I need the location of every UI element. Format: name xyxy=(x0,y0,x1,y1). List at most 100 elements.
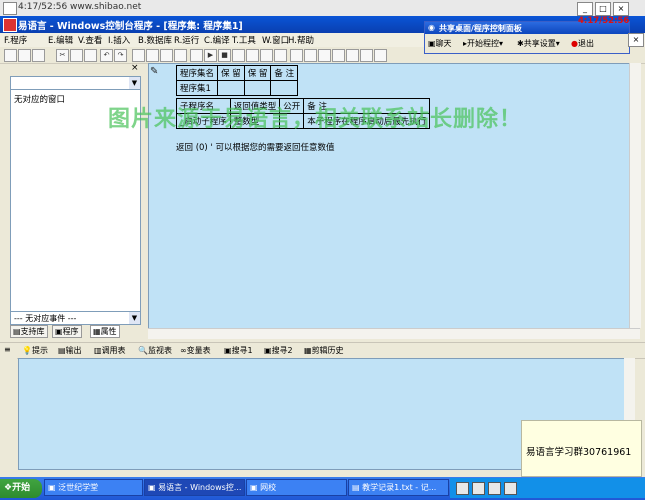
left-panel-tabs: ▤支持库 ▣程序 ▦属性 xyxy=(10,325,140,338)
output-gutter xyxy=(0,358,17,468)
menu-window[interactable]: W.窗口 xyxy=(262,34,289,46)
taskbar-item[interactable]: ▣ 网校 xyxy=(246,479,347,496)
open-file-icon[interactable] xyxy=(18,49,31,62)
redo-icon[interactable]: ↷ xyxy=(114,49,127,62)
clip-history-icon: ▦ xyxy=(304,346,312,355)
tab-search1[interactable]: ▣搜寻1 xyxy=(224,345,253,356)
bottom-panel-pin-icon[interactable]: ≡ xyxy=(4,345,11,354)
menu-insert[interactable]: I.插入 xyxy=(108,34,130,46)
menu-compile[interactable]: C.编译 xyxy=(204,34,230,46)
menu-program[interactable]: F.程序 xyxy=(4,34,27,46)
recorder-title: 4:17/52:56 www.shibao.net xyxy=(18,2,142,12)
table-cell[interactable]: 程序集1 xyxy=(175,80,219,96)
search2-icon: ▣ xyxy=(264,346,272,355)
tab-variables[interactable]: ∞变量表 xyxy=(180,345,211,356)
chevron-down-icon[interactable]: ▼ xyxy=(129,312,140,324)
paste-icon[interactable] xyxy=(84,49,97,62)
save-icon[interactable] xyxy=(32,49,45,62)
bottom-panel-tabs: ≡ 💡提示 ▤输出 ▥调用表 🔍监视表 ∞变量表 ▣搜寻1 ▣搜寻2 ▦剪辑历史 xyxy=(0,342,645,359)
editor-horizontal-scrollbar[interactable] xyxy=(148,328,640,339)
menu-edit[interactable]: E.编辑 xyxy=(48,34,73,46)
watch-icon[interactable] xyxy=(304,49,317,62)
form-icon[interactable] xyxy=(332,49,345,62)
breakpoint-icon[interactable] xyxy=(290,49,303,62)
tab-variables-label: 变量表 xyxy=(186,346,211,355)
stop-icon[interactable]: ■ xyxy=(218,49,231,62)
table-cell[interactable] xyxy=(243,80,272,96)
table-header: 程序集名 xyxy=(175,65,219,81)
settings-icon[interactable] xyxy=(360,49,373,62)
taskbar-item-label: 网校 xyxy=(260,483,277,492)
mdi-close-icon[interactable]: × xyxy=(628,33,644,47)
tab-program[interactable]: ▣程序 xyxy=(52,325,82,338)
event-select[interactable]: --- 无对应事件 --- ▼ xyxy=(10,311,141,325)
table-cell[interactable] xyxy=(270,80,299,96)
taskbar-item[interactable]: ▣ 易语言 - Windows控... xyxy=(144,479,245,496)
tab-hints[interactable]: 💡提示 xyxy=(22,345,48,356)
recorder-icon xyxy=(3,2,17,15)
window-select[interactable]: ▼ xyxy=(10,76,141,90)
tray-icon[interactable] xyxy=(488,482,501,495)
new-file-icon[interactable] xyxy=(4,49,17,62)
editor-vertical-scrollbar[interactable] xyxy=(629,63,641,328)
menu-help[interactable]: H.帮助 xyxy=(288,34,314,46)
tray-icon[interactable] xyxy=(472,482,485,495)
hint-icon: 💡 xyxy=(22,346,32,355)
undo-icon[interactable]: ↶ xyxy=(100,49,113,62)
find-next-icon[interactable] xyxy=(146,49,159,62)
menu-view[interactable]: V.查看 xyxy=(78,34,102,46)
app-icon: ▣ xyxy=(48,483,56,492)
layout-icon[interactable] xyxy=(346,49,359,62)
toggle-panel-icon[interactable] xyxy=(318,49,331,62)
minimize-icon[interactable]: _ xyxy=(577,2,593,16)
tab-watch[interactable]: 🔍监视表 xyxy=(138,345,172,356)
share-panel-icon: ◉ xyxy=(428,23,435,32)
step-into-icon[interactable] xyxy=(232,49,245,62)
tab-call-stack[interactable]: ▥调用表 xyxy=(94,345,126,356)
share-settings-button[interactable]: ✱共享设置▾ xyxy=(517,37,560,50)
tab-support-library[interactable]: ▤支持库 xyxy=(10,325,48,338)
close-icon[interactable]: × xyxy=(613,2,629,16)
tab-clip-history[interactable]: ▦剪辑历史 xyxy=(304,345,344,356)
tab-properties[interactable]: ▦属性 xyxy=(90,325,120,338)
chat-button[interactable]: ▣聊天 xyxy=(428,37,452,50)
find-icon[interactable] xyxy=(132,49,145,62)
code-line[interactable]: 返回 (0) ' 可以根据您的需要返回任意数值 xyxy=(176,141,334,153)
taskbar-item-label: 易语言 - Windows控... xyxy=(158,483,242,492)
window-list-icon[interactable] xyxy=(174,49,187,62)
tab-support-library-label: 支持库 xyxy=(20,327,45,336)
replace-icon[interactable] xyxy=(160,49,173,62)
run-to-cursor-icon[interactable] xyxy=(274,49,287,62)
tab-search2[interactable]: ▣搜寻2 xyxy=(264,345,293,356)
chat-label: 聊天 xyxy=(435,39,452,48)
table-cell[interactable] xyxy=(217,80,245,96)
taskbar-item[interactable]: ▣ 泛世纪学堂 xyxy=(44,479,143,496)
compile-icon[interactable] xyxy=(190,49,203,62)
output-icon: ▤ xyxy=(58,346,66,355)
exit-button[interactable]: ●退出 xyxy=(571,37,594,50)
chevron-down-icon[interactable]: ▼ xyxy=(129,77,140,89)
window-title: 易语言 - Windows控制台程序 - [程序集: 程序集1] xyxy=(18,21,243,32)
taskbar-item[interactable]: ▤ 教学记录1.txt - 记... xyxy=(348,479,449,496)
copy-icon[interactable] xyxy=(70,49,83,62)
run-icon[interactable]: ▶ xyxy=(204,49,217,62)
windows-logo-icon: ❖ xyxy=(4,483,13,493)
menu-database[interactable]: B.数据库 xyxy=(138,34,172,46)
settings-icon: ✱ xyxy=(517,39,524,48)
dock-icon[interactable] xyxy=(374,49,387,62)
start-button[interactable]: ❖开始 xyxy=(0,479,42,498)
step-over-icon[interactable] xyxy=(246,49,259,62)
menu-tools[interactable]: T.工具 xyxy=(232,34,256,46)
tab-search1-label: 搜寻1 xyxy=(231,346,253,355)
maximize-icon[interactable]: □ xyxy=(595,2,611,16)
cut-icon[interactable]: ✂ xyxy=(56,49,69,62)
start-control-button[interactable]: ▸开始程控▾ xyxy=(463,37,503,50)
step-out-icon[interactable] xyxy=(260,49,273,62)
tray-icon[interactable] xyxy=(504,482,517,495)
left-panel-close-icon[interactable]: × xyxy=(131,63,139,73)
tab-output[interactable]: ▤输出 xyxy=(58,345,82,356)
tab-properties-label: 属性 xyxy=(100,327,117,336)
tray-icon[interactable] xyxy=(456,482,469,495)
menu-run[interactable]: R.运行 xyxy=(174,34,199,46)
list-item[interactable]: 无对应的窗口 xyxy=(14,93,65,105)
